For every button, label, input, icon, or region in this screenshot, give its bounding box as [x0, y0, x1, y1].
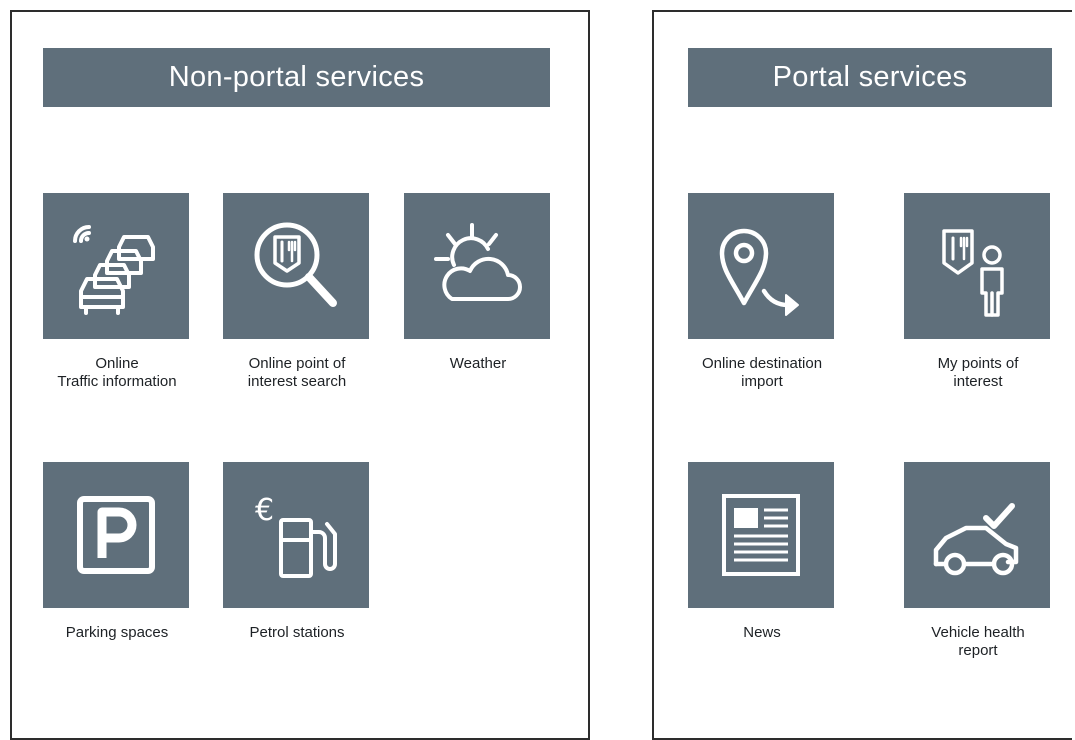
non-portal-services-title: Non-portal services — [43, 48, 550, 107]
vehicle-health-icon — [933, 503, 1019, 576]
tile-label: My points of interest — [937, 355, 1019, 390]
tile-online-destination-import[interactable]: Online destination import — [688, 193, 836, 391]
tile-label: Online Traffic information — [57, 355, 177, 390]
svg-text:€: € — [255, 493, 274, 528]
portal-services-panel: Portal services Online destination impor… — [652, 10, 1072, 740]
tile-online-traffic-information[interactable]: Online Traffic information — [43, 193, 191, 391]
weather-tile-icon-box[interactable] — [404, 193, 550, 339]
weather-icon — [434, 223, 522, 301]
tile-label: Parking spaces — [65, 624, 169, 641]
tile-label: News — [743, 624, 781, 641]
petrol-station-tile-icon-box[interactable]: € — [223, 462, 369, 608]
parking-tile-icon-box[interactable] — [43, 462, 189, 608]
tile-label: Petrol stations — [249, 624, 345, 641]
tile-parking-spaces[interactable]: Parking spaces — [43, 462, 191, 642]
destination-import-tile-icon-box[interactable] — [688, 193, 834, 339]
portal-services-title: Portal services — [688, 48, 1052, 107]
my-poi-icon — [942, 229, 1004, 317]
tile-label: Weather — [449, 355, 507, 372]
tile-label: Online destination import — [701, 355, 823, 390]
tile-online-poi-search[interactable]: Online point of interest search — [223, 193, 371, 391]
non-portal-services-panel: Non-portal services Online Traffic infor… — [10, 10, 590, 740]
tile-vehicle-health-report[interactable]: Vehicle health report — [904, 462, 1052, 660]
vehicle-health-tile-icon-box[interactable] — [904, 462, 1050, 608]
my-poi-tile-icon-box[interactable] — [904, 193, 1050, 339]
poi-search-tile-icon-box[interactable] — [223, 193, 369, 339]
tile-my-points-of-interest[interactable]: My points of interest — [904, 193, 1052, 391]
tile-news[interactable]: News — [688, 462, 836, 642]
tile-label: Vehicle health report — [931, 624, 1025, 659]
poi-search-icon — [254, 222, 337, 307]
traffic-icon — [73, 225, 155, 315]
tile-petrol-stations[interactable]: € Petrol stations — [223, 462, 371, 642]
tile-weather[interactable]: Weather — [404, 193, 552, 373]
petrol-station-icon: € — [255, 493, 337, 578]
traffic-tile-icon-box[interactable] — [43, 193, 189, 339]
news-tile-icon-box[interactable] — [688, 462, 834, 608]
parking-icon — [77, 496, 155, 574]
news-icon — [722, 494, 800, 576]
destination-import-icon — [719, 228, 799, 316]
tile-label: Online point of interest search — [247, 355, 347, 390]
